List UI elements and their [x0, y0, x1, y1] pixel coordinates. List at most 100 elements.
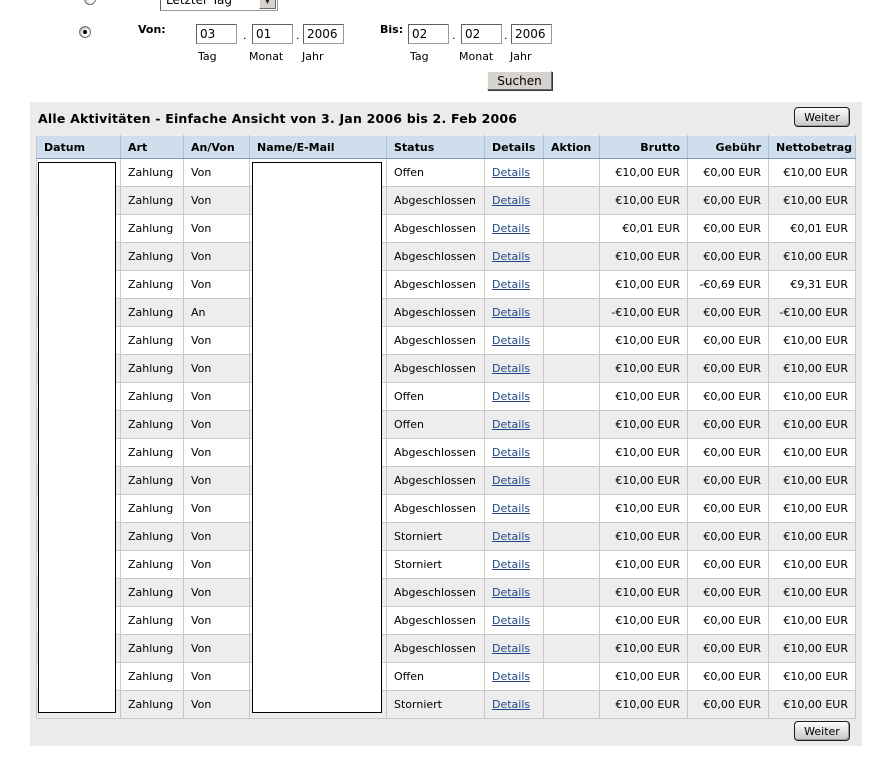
nettobetrag-cell: €10,00 EUR	[769, 523, 856, 551]
status-cell: Offen	[387, 663, 485, 691]
details-link[interactable]: Details	[492, 278, 530, 291]
gebuehr-cell: €0,00 EUR	[688, 327, 769, 355]
bis-jahr-label: Jahr	[510, 50, 531, 63]
gebuehr-cell: €0,00 EUR	[688, 215, 769, 243]
details-cell: Details	[485, 551, 544, 579]
gebuehr-cell: €0,00 EUR	[688, 495, 769, 523]
gebuehr-cell: -€0,69 EUR	[688, 271, 769, 299]
col-header-an-von: An/Von	[184, 136, 250, 159]
date-separator: .	[452, 29, 456, 42]
bis-jahr-input[interactable]	[511, 24, 552, 44]
aktion-cell	[544, 411, 600, 439]
art-cell: Zahlung	[121, 243, 184, 271]
von-jahr-input[interactable]	[303, 24, 344, 44]
details-link[interactable]: Details	[492, 614, 530, 627]
art-cell: Zahlung	[121, 439, 184, 467]
gebuehr-cell: €0,00 EUR	[688, 439, 769, 467]
an-von-cell: An	[184, 299, 250, 327]
name-email-redaction-overlay	[252, 162, 382, 713]
details-link[interactable]: Details	[492, 194, 530, 207]
results-title: Alle Aktivitäten - Einfache Ansicht von …	[38, 111, 517, 126]
details-link[interactable]: Details	[492, 166, 530, 179]
art-cell: Zahlung	[121, 327, 184, 355]
gebuehr-cell: €0,00 EUR	[688, 299, 769, 327]
details-link[interactable]: Details	[492, 362, 530, 375]
details-cell: Details	[485, 635, 544, 663]
aktion-cell	[544, 691, 600, 719]
suchen-button[interactable]: Suchen	[487, 71, 552, 90]
von-monat-input[interactable]	[252, 24, 293, 44]
an-von-cell: Von	[184, 383, 250, 411]
an-von-cell: Von	[184, 159, 250, 187]
art-cell: Zahlung	[121, 159, 184, 187]
period-dropdown[interactable]: Letzter Tag ▼	[160, 0, 278, 11]
details-link[interactable]: Details	[492, 222, 530, 235]
table-row: Zahlung Von Abgeschlossen Details €10,00…	[37, 271, 856, 299]
details-link[interactable]: Details	[492, 390, 530, 403]
weiter-button-top[interactable]: Weiter	[794, 107, 850, 127]
table-row: Zahlung Von Abgeschlossen Details €10,00…	[37, 355, 856, 383]
nettobetrag-cell: €10,00 EUR	[769, 551, 856, 579]
art-cell: Zahlung	[121, 187, 184, 215]
aktion-cell	[544, 467, 600, 495]
details-link[interactable]: Details	[492, 418, 530, 431]
brutto-cell: €10,00 EUR	[600, 495, 688, 523]
period-radio[interactable]	[84, 0, 96, 5]
details-link[interactable]: Details	[492, 306, 530, 319]
aktion-cell	[544, 215, 600, 243]
details-link[interactable]: Details	[492, 502, 530, 515]
an-von-cell: Von	[184, 439, 250, 467]
an-von-cell: Von	[184, 411, 250, 439]
brutto-cell: €10,00 EUR	[600, 607, 688, 635]
bis-tag-input[interactable]	[408, 24, 449, 44]
details-link[interactable]: Details	[492, 250, 530, 263]
details-link[interactable]: Details	[492, 586, 530, 599]
brutto-cell: €10,00 EUR	[600, 467, 688, 495]
nettobetrag-cell: €10,00 EUR	[769, 635, 856, 663]
date-separator: .	[504, 29, 508, 42]
details-cell: Details	[485, 579, 544, 607]
details-cell: Details	[485, 355, 544, 383]
page: { "form": { "separator": ".", "period_dr…	[0, 0, 890, 768]
von-tag-input[interactable]	[196, 24, 237, 44]
aktion-cell	[544, 271, 600, 299]
aktion-cell	[544, 383, 600, 411]
details-link[interactable]: Details	[492, 698, 530, 711]
col-header-gebuehr: Gebühr	[688, 136, 769, 159]
brutto-cell: €10,00 EUR	[600, 439, 688, 467]
gebuehr-cell: €0,00 EUR	[688, 383, 769, 411]
gebuehr-cell: €0,00 EUR	[688, 607, 769, 635]
details-link[interactable]: Details	[492, 642, 530, 655]
transactions-table: Datum Art An/Von Name/E-Mail Status Deta…	[36, 135, 856, 719]
nettobetrag-cell: -€10,00 EUR	[769, 299, 856, 327]
art-cell: Zahlung	[121, 467, 184, 495]
col-header-name-email: Name/E-Mail	[250, 136, 387, 159]
details-link[interactable]: Details	[492, 558, 530, 571]
an-von-cell: Von	[184, 467, 250, 495]
brutto-cell: €10,00 EUR	[600, 187, 688, 215]
an-von-cell: Von	[184, 607, 250, 635]
details-link[interactable]: Details	[492, 474, 530, 487]
chevron-down-icon[interactable]: ▼	[259, 0, 276, 9]
date-range-radio[interactable]	[79, 26, 91, 38]
table-row: Zahlung Von Storniert Details €10,00 EUR…	[37, 691, 856, 719]
nettobetrag-cell: €10,00 EUR	[769, 187, 856, 215]
bis-label: Bis:	[380, 23, 403, 36]
details-link[interactable]: Details	[492, 334, 530, 347]
nettobetrag-cell: €10,00 EUR	[769, 327, 856, 355]
details-link[interactable]: Details	[492, 446, 530, 459]
art-cell: Zahlung	[121, 271, 184, 299]
aktion-cell	[544, 299, 600, 327]
gebuehr-cell: €0,00 EUR	[688, 635, 769, 663]
status-cell: Abgeschlossen	[387, 299, 485, 327]
details-link[interactable]: Details	[492, 530, 530, 543]
brutto-cell: €10,00 EUR	[600, 523, 688, 551]
status-cell: Abgeschlossen	[387, 579, 485, 607]
details-link[interactable]: Details	[492, 670, 530, 683]
gebuehr-cell: €0,00 EUR	[688, 187, 769, 215]
brutto-cell: €10,00 EUR	[600, 355, 688, 383]
col-header-art: Art	[121, 136, 184, 159]
brutto-cell: €10,00 EUR	[600, 271, 688, 299]
bis-monat-input[interactable]	[461, 24, 502, 44]
weiter-button-bottom[interactable]: Weiter	[794, 721, 850, 741]
